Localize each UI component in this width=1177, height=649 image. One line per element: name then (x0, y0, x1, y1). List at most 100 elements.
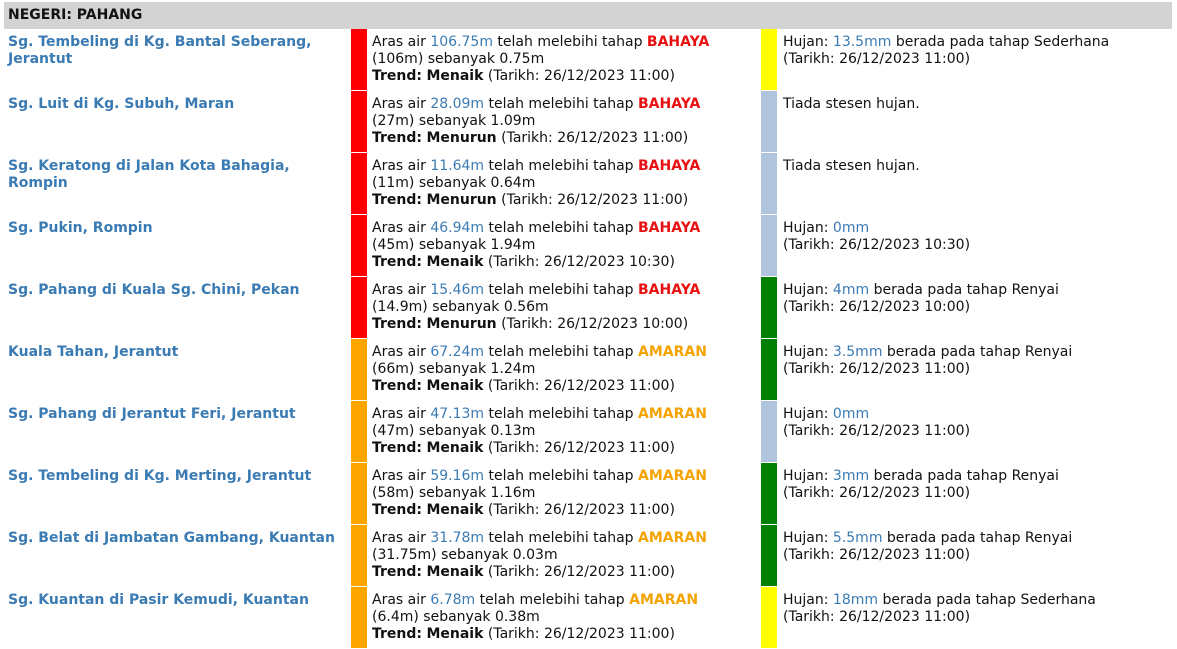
station-link[interactable]: Sg. Belat di Jambatan Gambang, Kuantan (4, 525, 351, 587)
river-level-info: Aras air 46.94m telah melebihi tahap BAH… (367, 215, 761, 277)
warning-status-label: AMARAN (638, 344, 707, 360)
tarikh-label: Tarikh: (493, 626, 540, 642)
trend-label: Trend: (372, 502, 422, 518)
berada-label: berada pada tahap (886, 530, 1021, 546)
table-row: Kuala Tahan, Jerantut Aras air 67.24m te… (4, 339, 1172, 401)
station-name[interactable]: Sg. Kuantan di Pasir Kemudi, Kuantan (8, 592, 309, 608)
excess-value: 0.64m (490, 175, 536, 191)
station-name[interactable]: Kuala Tahan, Jerantut (8, 344, 178, 360)
rain-status-indicator (761, 277, 777, 338)
station-name[interactable]: Sg. Tembeling di Kg. Merting, Jerantut (8, 468, 311, 484)
trend-label: Trend: (372, 254, 422, 270)
rain-date: (Tarikh: 26/12/2023 11:00) (783, 51, 971, 67)
berada-label: berada pada tahap (873, 282, 1008, 298)
tarikh-label: Tarikh: (493, 254, 540, 270)
station-name[interactable]: Sg. Luit di Kg. Subuh, Maran (8, 96, 234, 112)
rain-value: 13.5mm (832, 34, 892, 50)
station-name[interactable]: Sg. Keratong di Jalan Kota Bahagia, Romp… (8, 158, 290, 191)
rain-status-indicator (761, 525, 777, 586)
exceed-label: telah melebihi tahap (488, 282, 634, 298)
station-name[interactable]: Sg. Pahang di Kuala Sg. Chini, Pekan (8, 282, 300, 298)
excess-value: 0.56m (503, 299, 549, 315)
rain-value: 3mm (832, 468, 870, 484)
sebanyak-label: sebanyak (418, 113, 487, 129)
threshold-value: (14.9m) (372, 299, 428, 315)
exceed-label: telah melebihi tahap (497, 34, 643, 50)
rain-line: Hujan: 3mm berada pada tahap Renyai (783, 468, 1166, 485)
station-name[interactable]: Sg. Pukin, Rompin (8, 220, 153, 236)
station-link[interactable]: Sg. Luit di Kg. Subuh, Maran (4, 91, 351, 153)
station-link[interactable]: Sg. Keratong di Jalan Kota Bahagia, Romp… (4, 153, 351, 215)
trend-value: Menaik (426, 440, 484, 456)
rain-status-indicator (761, 339, 777, 400)
rain-info: Hujan: 0mm (Tarikh: 26/12/2023 11:00) (777, 401, 1172, 463)
trend-label: Trend: (372, 626, 422, 642)
sebanyak-label: sebanyak (427, 51, 495, 67)
tarikh-label: Tarikh: (788, 609, 835, 625)
rain-status-indicator (761, 463, 777, 524)
berada-label: berada pada tahap (882, 592, 1017, 608)
warning-status-label: AMARAN (638, 406, 707, 422)
threshold-value: (106m) (372, 51, 424, 67)
table-row: Sg. Kuantan di Pasir Kemudi, Kuantan Ara… (4, 587, 1172, 649)
rain-category: Sederhana (1033, 34, 1110, 50)
rain-date-value: 26/12/2023 11:00 (839, 485, 965, 501)
station-name[interactable]: Sg. Belat di Jambatan Gambang, Kuantan (8, 530, 335, 546)
table-row: Sg. Pukin, Rompin Aras air 46.94m telah … (4, 215, 1172, 277)
tarikh-label: Tarikh: (493, 564, 540, 580)
river-date: (Tarikh: 26/12/2023 11:00) (487, 440, 675, 456)
rain-line: Hujan: 13.5mm berada pada tahap Sederhan… (783, 34, 1166, 51)
exceed-label: telah melebihi tahap (488, 220, 634, 236)
exceed-label: telah melebihi tahap (488, 344, 634, 360)
river-date-value: 26/12/2023 11:00 (557, 130, 683, 146)
river-status-indicator (351, 29, 367, 90)
river-date: (Tarikh: 26/12/2023 11:00) (487, 378, 675, 394)
water-level-value: 106.75m (430, 34, 493, 50)
rain-status-indicator (761, 29, 777, 90)
station-name[interactable]: Sg. Pahang di Jerantut Feri, Jerantut (8, 406, 296, 422)
rain-status-indicator (761, 215, 777, 276)
river-level-info: Aras air 11.64m telah melebihi tahap BAH… (367, 153, 761, 215)
river-date: (Tarikh: 26/12/2023 10:30) (487, 254, 675, 270)
station-link[interactable]: Kuala Tahan, Jerantut (4, 339, 351, 401)
river-level-info: Aras air 28.09m telah melebihi tahap BAH… (367, 91, 761, 153)
rain-info: Hujan: 3.5mm berada pada tahap Renyai (Ta… (777, 339, 1172, 401)
station-link[interactable]: Sg. Pahang di Jerantut Feri, Jerantut (4, 401, 351, 463)
rain-category: Renyai (1011, 468, 1059, 484)
river-level-info: Aras air 6.78m telah melebihi tahap AMAR… (367, 587, 761, 649)
excess-value: 0.38m (494, 609, 540, 625)
rain-info: Tiada stesen hujan. (777, 91, 1172, 153)
exceed-label: telah melebihi tahap (488, 530, 634, 546)
warning-status-label: BAHAYA (638, 220, 701, 236)
station-link[interactable]: Sg. Pahang di Kuala Sg. Chini, Pekan (4, 277, 351, 339)
rain-line: Hujan: 0mm (783, 406, 1166, 423)
station-link[interactable]: Sg. Pukin, Rompin (4, 215, 351, 277)
sebanyak-label: sebanyak (418, 423, 487, 439)
station-name[interactable]: Sg. Tembeling di Kg. Bantal Seberang, Je… (8, 34, 311, 67)
state-header: NEGERI: PAHANG (4, 2, 1172, 29)
rain-line: Hujan: 4mm berada pada tahap Renyai (783, 282, 1166, 299)
sebanyak-label: sebanyak (432, 299, 500, 315)
exceed-label: telah melebihi tahap (488, 96, 634, 112)
river-date-value: 26/12/2023 10:00 (557, 316, 683, 332)
water-level-value: 28.09m (430, 96, 485, 112)
aras-air-label: Aras air (372, 96, 426, 112)
aras-air-label: Aras air (372, 220, 426, 236)
station-link[interactable]: Sg. Tembeling di Kg. Merting, Jerantut (4, 463, 351, 525)
rain-category: Renyai (1024, 530, 1073, 546)
sebanyak-label: sebanyak (441, 547, 509, 563)
river-date-value: 26/12/2023 11:00 (543, 564, 670, 580)
rain-date: (Tarikh: 26/12/2023 11:00) (783, 361, 971, 377)
exceed-label: telah melebihi tahap (488, 468, 634, 484)
river-date-value: 26/12/2023 11:00 (543, 440, 670, 456)
station-link[interactable]: Sg. Kuantan di Pasir Kemudi, Kuantan (4, 587, 351, 649)
threshold-value: (11m) (372, 175, 415, 191)
table-row: Sg. Tembeling di Kg. Bantal Seberang, Je… (4, 29, 1172, 91)
water-level-value: 31.78m (430, 530, 485, 546)
excess-value: 1.09m (490, 113, 536, 129)
river-status-indicator (351, 91, 367, 152)
table-row: Sg. Pahang di Kuala Sg. Chini, Pekan Ara… (4, 277, 1172, 339)
station-link[interactable]: Sg. Tembeling di Kg. Bantal Seberang, Je… (4, 29, 351, 91)
tarikh-label: Tarikh: (506, 316, 553, 332)
rain-category: Sederhana (1020, 592, 1096, 608)
